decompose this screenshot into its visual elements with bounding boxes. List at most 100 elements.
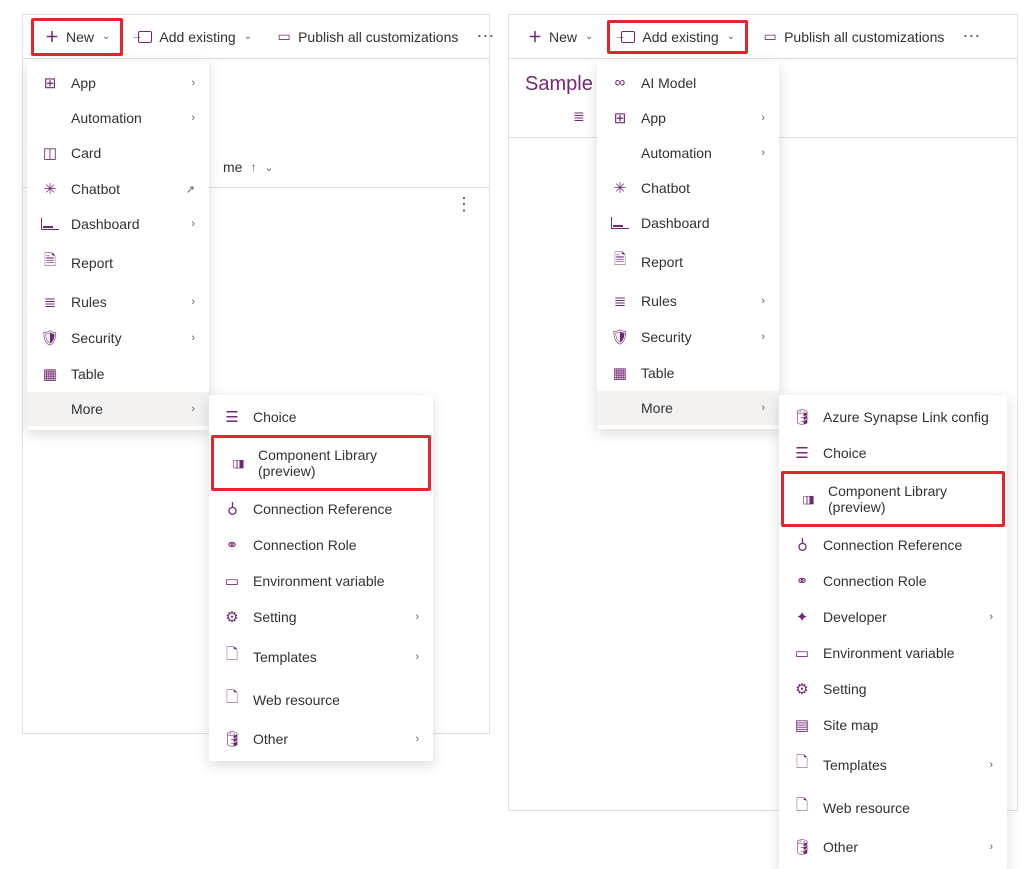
menu-item-card[interactable]: Card — [27, 135, 209, 171]
menu-item-more[interactable]: More› — [597, 391, 779, 425]
chevron-right-icon: › — [761, 331, 765, 343]
flow-icon — [41, 110, 59, 126]
menu-item-choice[interactable]: Choice — [209, 399, 433, 435]
gear-icon — [223, 608, 241, 626]
chevron-right-icon: › — [989, 611, 993, 623]
chevron-right-icon: › — [191, 77, 195, 89]
overflow-button[interactable]: ⋯ — [958, 26, 985, 47]
env-icon — [793, 644, 811, 662]
add-existing-icon — [620, 31, 636, 43]
menu-item-component-library-preview-[interactable]: Component Library (preview) — [781, 471, 1005, 527]
table-icon — [611, 364, 629, 382]
overflow-button[interactable]: ⋯ — [472, 26, 499, 47]
menu-item-setting[interactable]: Setting› — [209, 599, 433, 635]
map-icon — [793, 716, 811, 734]
menu-item-more[interactable]: More› — [27, 392, 209, 426]
chevron-right-icon: › — [761, 295, 765, 307]
new-button-label: New — [549, 29, 577, 45]
menu-item-label: Connection Role — [823, 573, 993, 589]
new-button[interactable]: New ⌄ — [517, 21, 603, 53]
menu-item-chatbot[interactable]: Chatbot — [597, 170, 779, 206]
list-view-icon[interactable]: ≣ — [573, 108, 585, 125]
menu-item-rules[interactable]: Rules› — [27, 284, 209, 320]
menu-item-ai-model[interactable]: AI Model — [597, 65, 779, 100]
menu-item-web-resource[interactable]: Web resource — [209, 678, 433, 721]
chevron-right-icon: › — [191, 403, 195, 415]
menu-item-label: Automation — [641, 145, 749, 161]
external-link-icon: ↗ — [186, 183, 195, 196]
chart-icon — [611, 217, 629, 229]
menu-item-app[interactable]: App › — [27, 65, 209, 101]
menu-item-environment-variable[interactable]: Environment variable — [209, 563, 433, 599]
plug-icon — [223, 500, 241, 518]
row-more-button[interactable]: ⋮ — [455, 200, 473, 208]
menu-item-connection-reference[interactable]: Connection Reference — [209, 491, 433, 527]
menu-item-label: Choice — [253, 409, 419, 425]
publish-label: Publish all customizations — [784, 29, 944, 45]
menu-item-connection-role[interactable]: Connection Role — [209, 527, 433, 563]
app-icon — [611, 109, 629, 127]
menu-item-developer[interactable]: Developer› — [779, 599, 1007, 635]
column-header-name[interactable]: me — [223, 159, 242, 175]
chevron-right-icon: › — [415, 651, 419, 663]
menu-item-security[interactable]: Security › — [597, 319, 779, 355]
add-existing-button[interactable]: Add existing ⌄ — [127, 23, 262, 51]
chevron-down-icon: ⌄ — [244, 31, 252, 42]
menu-item-dashboard[interactable]: Dashboard — [597, 206, 779, 240]
app-icon — [41, 74, 59, 92]
menu-item-connection-role[interactable]: Connection Role — [779, 563, 1007, 599]
menu-item-templates[interactable]: Templates › — [209, 635, 433, 678]
menu-item-label: Component Library (preview) — [258, 447, 414, 479]
menu-item-web-resource[interactable]: Web resource — [779, 786, 1007, 829]
menu-item-app[interactable]: App› — [597, 100, 779, 136]
menu-item-rules[interactable]: Rules› — [597, 283, 779, 319]
publish-icon — [276, 28, 292, 45]
menu-item-automation[interactable]: Automation› — [27, 101, 209, 135]
chevron-right-icon: › — [761, 147, 765, 159]
menu-item-dashboard[interactable]: Dashboard› — [27, 207, 209, 241]
menu-item-label: AI Model — [641, 75, 765, 91]
menu-item-label: Templates — [253, 649, 403, 665]
command-bar: New ⌄ Add existing ⌄ Publish all customi… — [509, 15, 1017, 59]
menu-item-connection-reference[interactable]: Connection Reference — [779, 527, 1007, 563]
menu-item-security[interactable]: Security› — [27, 320, 209, 356]
plug-icon — [793, 536, 811, 554]
menu-item-label: Card — [71, 145, 195, 161]
menu-item-label: Table — [71, 366, 195, 382]
menu-item-environment-variable[interactable]: Environment variable — [779, 635, 1007, 671]
menu-item-report[interactable]: Report — [27, 241, 209, 284]
report-icon — [41, 250, 59, 275]
new-button[interactable]: New ⌄ — [31, 18, 123, 56]
menu-item-other[interactable]: Other› — [209, 721, 433, 757]
publish-button[interactable]: Publish all customizations — [752, 22, 954, 51]
menu-item-label: Azure Synapse Link config — [823, 409, 993, 425]
publish-button[interactable]: Publish all customizations — [266, 22, 468, 51]
menu-item-label: App — [71, 75, 179, 91]
menu-item-chatbot[interactable]: Chatbot↗ — [27, 171, 209, 207]
menu-item-choice[interactable]: Choice — [779, 435, 1007, 471]
menu-item-table[interactable]: Table — [27, 356, 209, 392]
lib-icon — [228, 457, 246, 470]
dev-icon — [793, 608, 811, 626]
menu-item-templates[interactable]: Templates› — [779, 743, 1007, 786]
menu-item-azure-synapse-link-config[interactable]: Azure Synapse Link config — [779, 399, 1007, 435]
menu-item-label: Templates — [823, 757, 977, 773]
menu-item-label: Security — [641, 329, 749, 345]
chevron-down-icon[interactable]: ⌄ — [264, 161, 273, 174]
shield-icon — [611, 328, 629, 346]
menu-item-other[interactable]: Other› — [779, 829, 1007, 865]
chevron-down-icon: ⌄ — [727, 31, 735, 42]
menu-item-site-map[interactable]: Site map — [779, 707, 1007, 743]
chevron-right-icon: › — [761, 112, 765, 124]
menu-item-table[interactable]: Table — [597, 355, 779, 391]
menu-item-label: Rules — [71, 294, 179, 310]
menu-item-label: Connection Role — [253, 537, 419, 553]
menu-item-label: Chatbot — [641, 180, 765, 196]
menu-item-automation[interactable]: Automation › — [597, 136, 779, 170]
table-icon — [41, 365, 59, 383]
menu-item-setting[interactable]: Setting — [779, 671, 1007, 707]
menu-item-report[interactable]: Report — [597, 240, 779, 283]
menu-item-component-library-preview-[interactable]: Component Library (preview) — [211, 435, 431, 491]
add-existing-button[interactable]: Add existing ⌄ — [607, 20, 748, 54]
add-existing-label: Add existing — [642, 29, 718, 45]
